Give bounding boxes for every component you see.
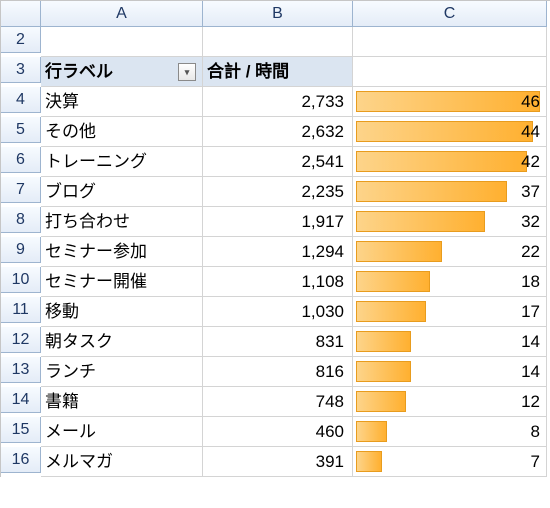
databar bbox=[356, 211, 485, 232]
databar-value: 22 bbox=[521, 237, 540, 267]
pivot-value[interactable]: 2,235 bbox=[203, 177, 353, 207]
row-header-10[interactable]: 10 bbox=[1, 267, 41, 293]
databar bbox=[356, 361, 411, 382]
pivot-value[interactable]: 2,632 bbox=[203, 117, 353, 147]
pivot-row-label[interactable]: セミナー開催 bbox=[41, 267, 203, 297]
databar bbox=[356, 241, 442, 262]
databar-cell[interactable]: 46 bbox=[353, 87, 547, 117]
select-all-corner[interactable] bbox=[1, 1, 41, 27]
row-header-9[interactable]: 9 bbox=[1, 237, 41, 263]
row-header-2[interactable]: 2 bbox=[1, 27, 41, 53]
pivot-row-label[interactable]: ブログ bbox=[41, 177, 203, 207]
cell-B2[interactable] bbox=[203, 27, 353, 57]
pivot-row-label[interactable]: 書籍 bbox=[41, 387, 203, 417]
databar bbox=[356, 91, 540, 112]
filter-dropdown-button[interactable]: ▾ bbox=[178, 63, 196, 81]
pivot-value[interactable]: 1,294 bbox=[203, 237, 353, 267]
databar-value: 32 bbox=[521, 207, 540, 237]
pivot-row-label-header[interactable]: 行ラベル ▾ bbox=[41, 57, 203, 87]
row-header-5[interactable]: 5 bbox=[1, 117, 41, 143]
databar-cell[interactable]: 17 bbox=[353, 297, 547, 327]
databar-cell[interactable]: 18 bbox=[353, 267, 547, 297]
pivot-row-label[interactable]: 朝タスク bbox=[41, 327, 203, 357]
databar-cell[interactable]: 8 bbox=[353, 417, 547, 447]
databar-cell[interactable]: 44 bbox=[353, 117, 547, 147]
pivot-row-label[interactable]: ランチ bbox=[41, 357, 203, 387]
databar-cell[interactable]: 42 bbox=[353, 147, 547, 177]
databar-value: 14 bbox=[521, 327, 540, 357]
databar bbox=[356, 331, 411, 352]
pivot-row-label[interactable]: その他 bbox=[41, 117, 203, 147]
pivot-row-label[interactable]: トレーニング bbox=[41, 147, 203, 177]
databar-value: 7 bbox=[531, 447, 540, 477]
databar bbox=[356, 181, 507, 202]
databar bbox=[356, 151, 527, 172]
databar-value: 46 bbox=[521, 87, 540, 117]
row-header-3[interactable]: 3 bbox=[1, 57, 41, 83]
pivot-value[interactable]: 1,917 bbox=[203, 207, 353, 237]
databar-value: 18 bbox=[521, 267, 540, 297]
pivot-value[interactable]: 2,733 bbox=[203, 87, 353, 117]
col-header-B[interactable]: B bbox=[203, 1, 353, 27]
pivot-row-label[interactable]: 決算 bbox=[41, 87, 203, 117]
row-header-16[interactable]: 16 bbox=[1, 447, 41, 473]
pivot-value[interactable]: 2,541 bbox=[203, 147, 353, 177]
databar-cell[interactable]: 7 bbox=[353, 447, 547, 477]
row-header-8[interactable]: 8 bbox=[1, 207, 41, 233]
databar-value: 12 bbox=[521, 387, 540, 417]
row-header-14[interactable]: 14 bbox=[1, 387, 41, 413]
row-header-12[interactable]: 12 bbox=[1, 327, 41, 353]
cell-A2[interactable] bbox=[41, 27, 203, 57]
row-header-7[interactable]: 7 bbox=[1, 177, 41, 203]
databar bbox=[356, 451, 382, 472]
row-header-11[interactable]: 11 bbox=[1, 297, 41, 323]
pivot-value[interactable]: 748 bbox=[203, 387, 353, 417]
cell-C2[interactable] bbox=[353, 27, 547, 57]
databar bbox=[356, 421, 387, 442]
row-header-15[interactable]: 15 bbox=[1, 417, 41, 443]
databar-cell[interactable]: 32 bbox=[353, 207, 547, 237]
databar-value: 42 bbox=[521, 147, 540, 177]
databar-value: 37 bbox=[521, 177, 540, 207]
databar bbox=[356, 121, 533, 142]
databar-value: 14 bbox=[521, 357, 540, 387]
pivot-value[interactable]: 391 bbox=[203, 447, 353, 477]
pivot-value[interactable]: 1,108 bbox=[203, 267, 353, 297]
pivot-value[interactable]: 831 bbox=[203, 327, 353, 357]
col-header-C[interactable]: C bbox=[353, 1, 547, 27]
pivot-value-label-header[interactable]: 合計 / 時間 bbox=[203, 57, 353, 87]
pivot-row-label[interactable]: 打ち合わせ bbox=[41, 207, 203, 237]
databar-cell[interactable]: 14 bbox=[353, 327, 547, 357]
row-header-4[interactable]: 4 bbox=[1, 87, 41, 113]
databar-value: 8 bbox=[531, 417, 540, 447]
pivot-value[interactable]: 460 bbox=[203, 417, 353, 447]
row-header-6[interactable]: 6 bbox=[1, 147, 41, 173]
pivot-row-label[interactable]: 移動 bbox=[41, 297, 203, 327]
pivot-value[interactable]: 816 bbox=[203, 357, 353, 387]
pivot-row-label[interactable]: セミナー参加 bbox=[41, 237, 203, 267]
databar-cell[interactable]: 12 bbox=[353, 387, 547, 417]
pivot-row-label[interactable]: メール bbox=[41, 417, 203, 447]
row-header-13[interactable]: 13 bbox=[1, 357, 41, 383]
pivot-row-label-text: 行ラベル bbox=[45, 57, 113, 87]
databar bbox=[356, 271, 430, 292]
databar bbox=[356, 391, 406, 412]
pivot-value[interactable]: 1,030 bbox=[203, 297, 353, 327]
cell-C3[interactable] bbox=[353, 57, 547, 87]
databar-cell[interactable]: 22 bbox=[353, 237, 547, 267]
col-header-A[interactable]: A bbox=[41, 1, 203, 27]
databar-value: 17 bbox=[521, 297, 540, 327]
databar-value: 44 bbox=[521, 117, 540, 147]
databar bbox=[356, 301, 426, 322]
pivot-row-label[interactable]: メルマガ bbox=[41, 447, 203, 477]
databar-cell[interactable]: 37 bbox=[353, 177, 547, 207]
databar-cell[interactable]: 14 bbox=[353, 357, 547, 387]
